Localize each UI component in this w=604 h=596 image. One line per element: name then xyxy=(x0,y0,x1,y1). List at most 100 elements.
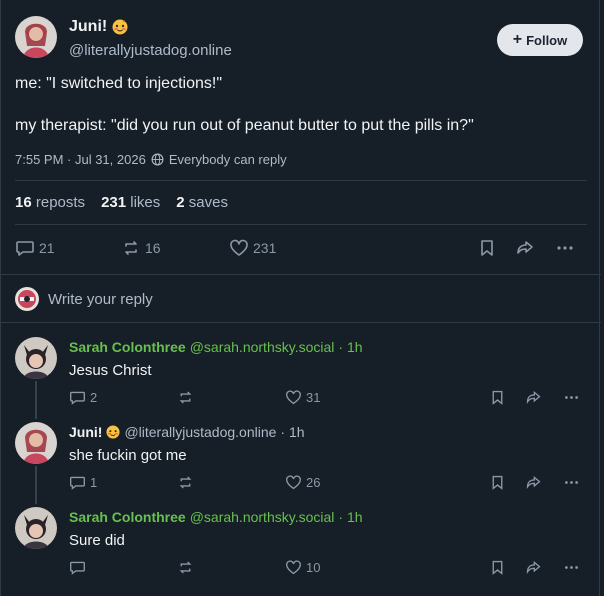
likes-stat[interactable]: 231 likes xyxy=(101,194,160,211)
reply-icon xyxy=(70,561,85,575)
reply-button[interactable]: 21 xyxy=(15,238,55,258)
reply-icon xyxy=(70,391,85,405)
more-button[interactable] xyxy=(563,559,580,576)
post-body: me: "I switched to injections!" my thera… xyxy=(15,73,587,136)
reply-author-name[interactable]: Sarah Colonthree xyxy=(69,339,186,355)
reply-setting[interactable]: Everybody can reply xyxy=(169,152,287,167)
more-button[interactable] xyxy=(563,474,580,491)
bookmark-icon xyxy=(492,390,503,405)
more-icon xyxy=(565,481,578,484)
bookmark-button[interactable] xyxy=(489,559,506,576)
post-text-line: my therapist: "did you run out of peanut… xyxy=(15,117,474,134)
reply-button[interactable]: 2 xyxy=(69,389,97,406)
divider xyxy=(1,274,601,275)
more-icon xyxy=(565,566,578,569)
like-count: 10 xyxy=(306,560,321,575)
reposts-stat[interactable]: 16 reposts xyxy=(15,194,85,211)
reply-icon xyxy=(16,241,34,256)
reply-header: Sarah Colonthree @sarah.northsky.social … xyxy=(69,509,363,525)
author-name[interactable]: Juni! xyxy=(69,18,107,36)
repost-icon xyxy=(125,241,137,255)
share-button[interactable] xyxy=(515,238,535,258)
plus-icon: + xyxy=(512,31,523,48)
reply-text: Jesus Christ xyxy=(69,362,152,379)
repost-button[interactable] xyxy=(177,559,198,576)
reply-author-name[interactable]: Sarah Colonthree xyxy=(69,509,186,525)
like-button[interactable]: 231 xyxy=(229,238,276,258)
reply-text: Sure did xyxy=(69,532,125,549)
like-count: 26 xyxy=(306,475,321,490)
blush-emoji-icon xyxy=(106,425,121,439)
post-meta: 7:55 PM · Jul 31, 2026 Everybody can rep… xyxy=(15,152,287,167)
repost-icon xyxy=(179,561,192,574)
like-count: 231 xyxy=(253,240,277,256)
globe-icon xyxy=(151,153,164,166)
heart-icon xyxy=(286,475,301,490)
share-button[interactable] xyxy=(525,559,542,576)
bookmark-icon xyxy=(481,240,493,256)
more-button[interactable] xyxy=(555,238,575,258)
post-thread-view: Juni! @literallyjustadog.online + Follow… xyxy=(0,0,601,596)
like-button[interactable]: 10 xyxy=(285,559,320,576)
like-button[interactable]: 26 xyxy=(285,474,320,491)
divider xyxy=(1,322,601,323)
avatar xyxy=(15,287,39,311)
reply-button[interactable]: 1 xyxy=(69,474,97,491)
follow-label: Follow xyxy=(526,32,568,48)
reply-author-handle[interactable]: @literallyjustadog.online xyxy=(124,424,276,440)
author-handle[interactable]: @literallyjustadog.online xyxy=(69,42,232,59)
bookmark-icon xyxy=(492,560,503,575)
more-icon xyxy=(557,246,573,250)
share-button[interactable] xyxy=(525,389,542,406)
share-button[interactable] xyxy=(525,474,542,491)
avatar[interactable] xyxy=(15,337,57,379)
repost-button[interactable]: 16 xyxy=(121,238,161,258)
repost-count: 16 xyxy=(145,240,161,256)
reply-item: Sarah Colonthree @sarah.northsky.social … xyxy=(15,337,587,409)
post-stats: 16 reposts 231 likes 2 saves xyxy=(15,194,228,211)
reply-icon xyxy=(70,476,85,490)
avatar[interactable] xyxy=(15,507,57,549)
saves-stat[interactable]: 2 saves xyxy=(176,194,228,211)
post-actions: 21 16 231 xyxy=(15,238,587,260)
repost-button[interactable] xyxy=(177,474,198,491)
heart-icon xyxy=(286,560,301,575)
reply-actions: 1 26 xyxy=(69,474,587,492)
more-button[interactable] xyxy=(563,389,580,406)
reply-author-name[interactable]: Juni! xyxy=(69,424,102,440)
heart-icon xyxy=(230,239,248,256)
reply-actions: 2 31 xyxy=(69,389,587,407)
reply-count: 1 xyxy=(90,475,98,490)
post-timestamp[interactable]: 7:55 PM · Jul 31, 2026 xyxy=(15,152,146,167)
reply-text: she fuckin got me xyxy=(69,447,187,464)
more-icon xyxy=(565,396,578,399)
reply-actions: 10 xyxy=(69,559,587,577)
share-icon xyxy=(526,560,541,574)
repost-button[interactable] xyxy=(177,389,198,406)
share-icon xyxy=(526,390,541,404)
avatar[interactable] xyxy=(15,422,57,464)
follow-button[interactable]: + Follow xyxy=(497,24,583,56)
reply-placeholder: Write your reply xyxy=(48,290,153,308)
divider xyxy=(15,224,587,225)
reply-time[interactable]: · 1h xyxy=(280,424,304,440)
bookmark-button[interactable] xyxy=(489,389,506,406)
post-text-line: me: "I switched to injections!" xyxy=(15,75,222,92)
repost-icon xyxy=(179,391,192,404)
reply-count: 21 xyxy=(39,240,55,256)
reply-button[interactable] xyxy=(69,559,90,576)
reply-author-handle[interactable]: @sarah.northsky.social xyxy=(190,509,335,525)
avatar[interactable] xyxy=(15,16,57,58)
divider xyxy=(15,180,587,181)
bookmark-icon xyxy=(492,475,503,490)
like-button[interactable]: 31 xyxy=(285,389,320,406)
reply-item: Juni! @literallyjustadog.online · 1h she… xyxy=(15,422,587,494)
reply-time[interactable]: · 1h xyxy=(338,339,362,355)
bookmark-button[interactable] xyxy=(489,474,506,491)
share-icon xyxy=(517,241,533,254)
reply-author-handle[interactable]: @sarah.northsky.social xyxy=(190,339,335,355)
reply-time[interactable]: · 1h xyxy=(338,509,362,525)
bookmark-button[interactable] xyxy=(477,238,497,258)
share-icon xyxy=(526,475,541,489)
reply-composer-prompt[interactable]: Write your reply xyxy=(15,287,153,311)
